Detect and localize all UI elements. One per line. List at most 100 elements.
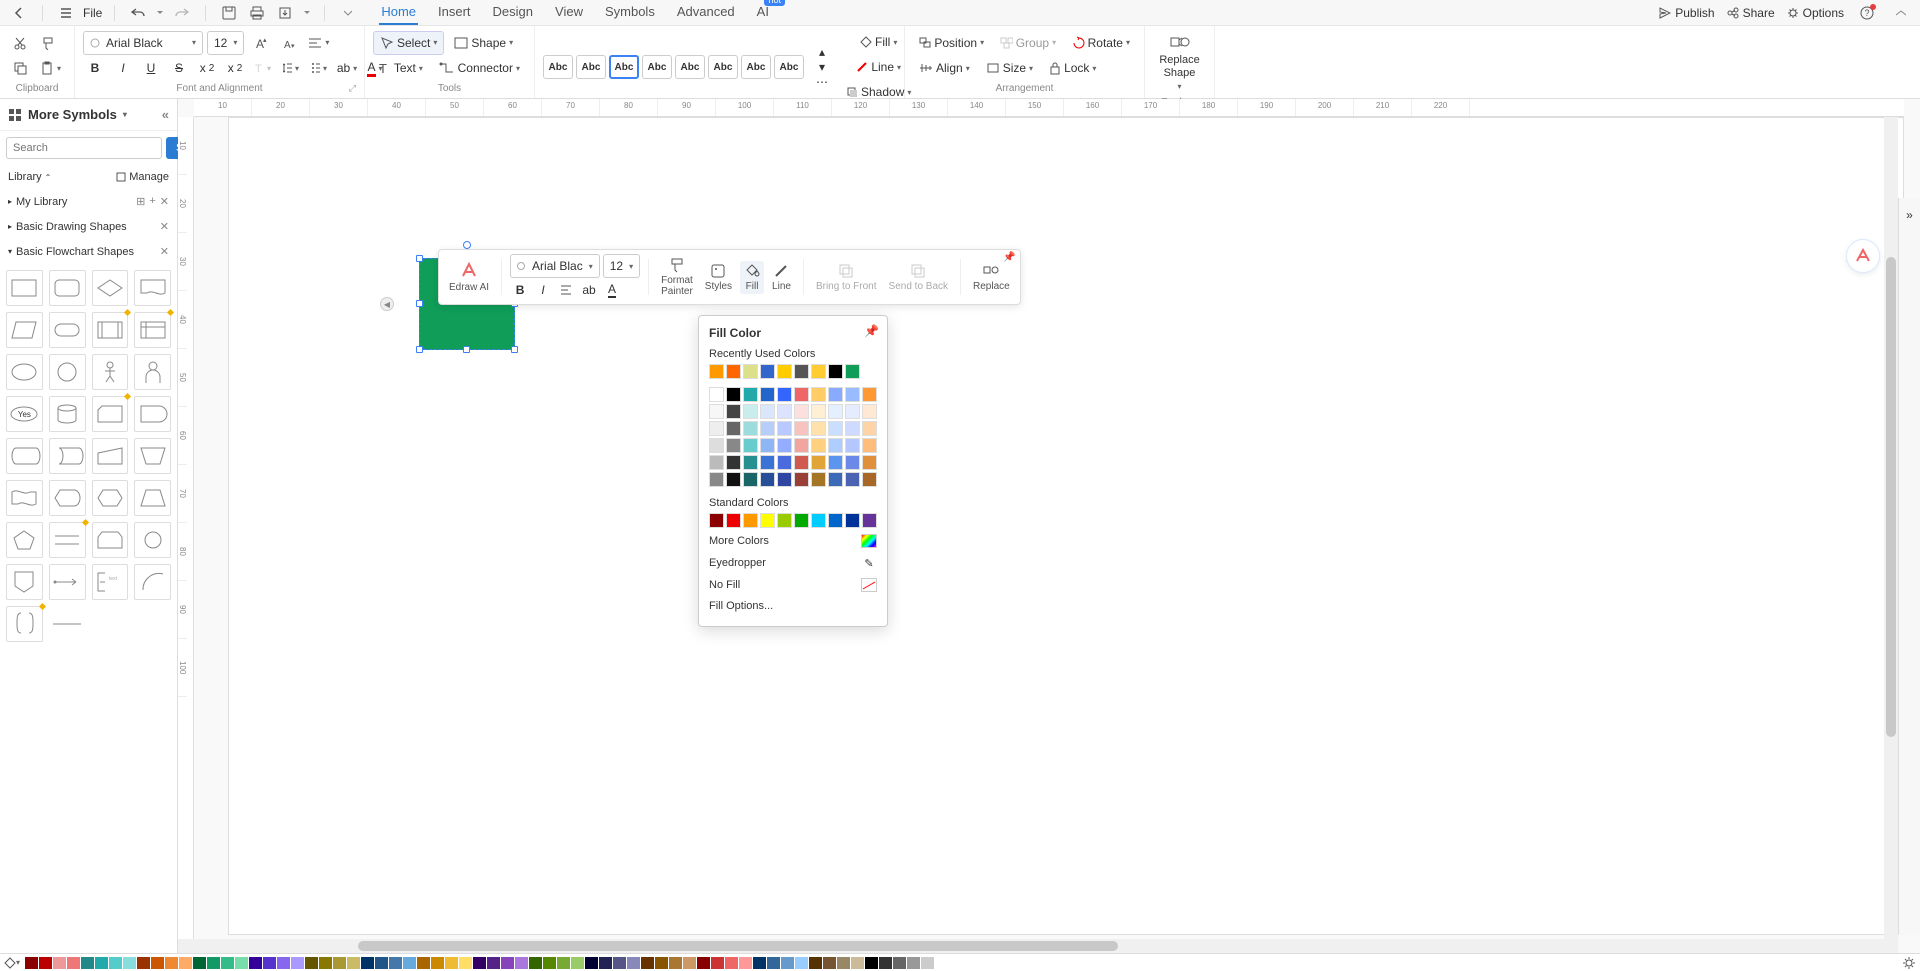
quick-color-swatch[interactable] [347,957,360,969]
color-swatch[interactable] [777,421,792,436]
shape-connector[interactable] [134,522,171,558]
color-swatch[interactable] [862,472,877,487]
quick-color-swatch[interactable] [459,957,472,969]
library-expand-icon[interactable]: ⌃ [45,173,52,182]
shape-tool[interactable]: Shape▾ [448,31,519,55]
shape-arc[interactable] [134,564,171,600]
case-icon[interactable]: ab▾ [335,56,359,80]
shape-pentagon[interactable] [6,522,43,558]
style-thumb-8[interactable]: Abc [774,55,804,79]
styles-scroll-down-icon[interactable]: ▾ [810,60,834,74]
tab-advanced[interactable]: Advanced [675,0,737,25]
shape-circle[interactable] [49,354,86,390]
shape-ellipse[interactable] [6,354,43,390]
edraw-ai-button[interactable]: Edraw AI [445,260,493,295]
style-thumb-5[interactable]: Abc [675,55,705,79]
color-swatch[interactable] [760,472,775,487]
strikethrough-icon[interactable]: S [167,56,191,80]
styles-expand-icon[interactable]: ⋯ [810,75,834,89]
connect-arrow-left-icon[interactable]: ◀ [380,297,394,311]
share-button[interactable]: Share [1727,6,1775,20]
quick-color-swatch[interactable] [305,957,318,969]
resize-handle-se[interactable] [511,346,518,353]
color-swatch[interactable] [743,472,758,487]
color-swatch[interactable] [845,421,860,436]
quick-color-swatch[interactable] [109,957,122,969]
line-spacing-icon[interactable]: ▾ [279,56,303,80]
shape-person[interactable] [134,354,171,390]
float-bold-icon[interactable]: B [510,280,530,300]
color-swatch[interactable] [828,472,843,487]
basic-drawing-section[interactable]: ▸Basic Drawing Shapes ✕ [0,214,177,239]
quick-color-swatch[interactable] [137,957,150,969]
quick-color-swatch[interactable] [851,957,864,969]
quick-color-swatch[interactable] [193,957,206,969]
quick-color-swatch[interactable] [543,957,556,969]
quick-color-swatch[interactable] [809,957,822,969]
tab-design[interactable]: Design [491,0,535,25]
pin-popup-icon[interactable]: 📌 [864,324,879,338]
color-swatch[interactable] [760,513,775,528]
color-swatch[interactable] [777,364,792,379]
export-icon[interactable] [274,2,296,24]
shape-stored-data[interactable] [49,438,86,474]
file-menu[interactable]: File [83,6,102,20]
quick-color-swatch[interactable] [935,957,948,969]
quick-color-swatch[interactable] [375,957,388,969]
color-swatch[interactable] [709,404,724,419]
color-swatch[interactable] [828,364,843,379]
color-swatch[interactable] [760,364,775,379]
publish-button[interactable]: Publish [1659,6,1714,20]
quick-color-swatch[interactable] [277,957,290,969]
quick-color-swatch[interactable] [25,957,38,969]
text-tool[interactable]: TText▾ [373,56,429,80]
color-swatch[interactable] [760,387,775,402]
search-input[interactable] [6,137,162,159]
print-icon[interactable] [246,2,268,24]
quick-color-swatch[interactable] [263,957,276,969]
color-swatch[interactable] [743,387,758,402]
quick-color-swatch[interactable] [333,957,346,969]
size-dropdown[interactable]: Size▾ [980,56,1039,80]
group-dropdown[interactable]: Group▾ [994,31,1062,55]
shape-offpage[interactable] [6,564,43,600]
redo-icon[interactable] [171,2,193,24]
color-swatch[interactable] [862,421,877,436]
color-swatch[interactable] [743,438,758,453]
quick-color-swatch[interactable] [767,957,780,969]
pin-toolbar-icon[interactable]: 📌 [1003,252,1015,263]
hamburger-icon[interactable] [55,2,77,24]
style-thumb-3[interactable]: Abc [609,55,639,79]
color-swatch[interactable] [811,404,826,419]
color-swatch[interactable] [845,364,860,379]
quick-color-swatch[interactable] [739,957,752,969]
float-font-select[interactable]: Arial Blac▾ [510,254,600,278]
expand-right-panel-icon[interactable]: » [1901,206,1919,224]
close-section-icon[interactable]: ✕ [160,220,169,233]
quick-color-swatch[interactable] [823,957,836,969]
paste-icon[interactable]: ▾ [36,56,65,80]
color-swatch[interactable] [828,438,843,453]
float-font-size[interactable]: 12▾ [603,254,640,278]
quick-color-swatch[interactable] [403,957,416,969]
shape-internal-storage[interactable] [134,312,171,348]
style-thumb-6[interactable]: Abc [708,55,738,79]
replace-shape-button[interactable]: Replace Shape▾ [1153,30,1206,95]
float-styles[interactable]: Styles [701,261,736,294]
color-swatch[interactable] [828,513,843,528]
float-align-icon[interactable] [556,280,576,300]
float-font-color-icon[interactable]: A [602,280,622,300]
quick-color-swatch[interactable] [571,957,584,969]
color-swatch[interactable] [743,513,758,528]
bullets-icon[interactable]: ▾ [307,56,331,80]
quick-color-swatch[interactable] [921,957,934,969]
resize-handle-nw[interactable] [416,255,423,262]
quick-color-swatch[interactable] [417,957,430,969]
lock-dropdown[interactable]: Lock▾ [1043,56,1102,80]
color-swatch[interactable] [760,455,775,470]
float-send-back[interactable]: Send to Back [885,261,952,294]
color-swatch[interactable] [811,438,826,453]
select-tool[interactable]: Select▾ [373,31,444,55]
color-swatch[interactable] [845,472,860,487]
shape-yes-label[interactable]: Yes [6,396,43,432]
